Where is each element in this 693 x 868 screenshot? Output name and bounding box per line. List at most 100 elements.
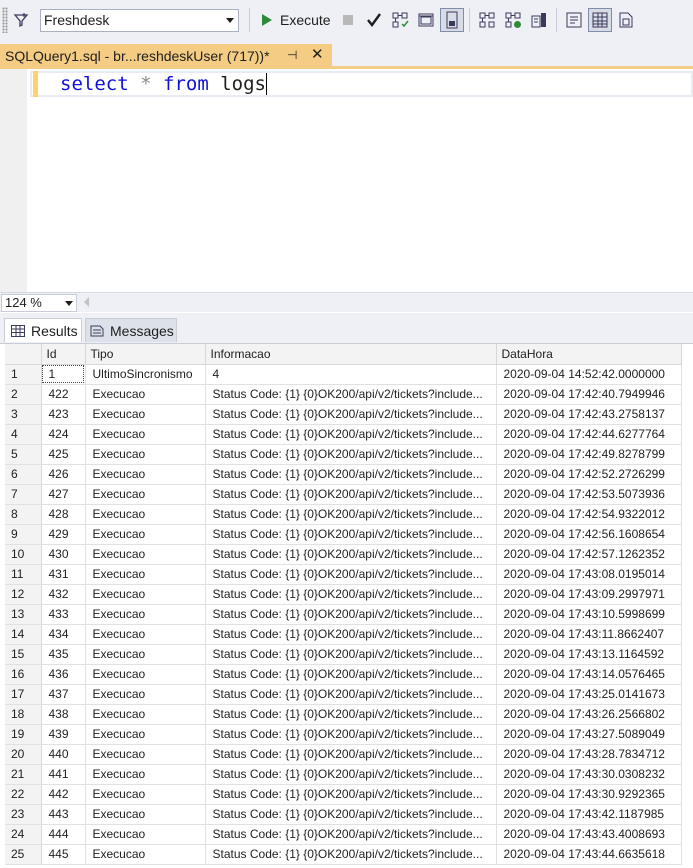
cell-tipo[interactable]: Execucao [85,664,206,685]
parse-check-icon[interactable] [362,8,386,32]
toolbar-grip[interactable] [2,7,8,33]
column-header-informacao[interactable]: Informacao [205,344,497,365]
cell-informacao[interactable]: Status Code: {1} {0}OK200/api/v2/tickets… [205,804,497,825]
cell-id[interactable]: 435 [41,644,86,665]
cell-tipo[interactable]: Execucao [85,404,206,425]
cell-id[interactable]: 443 [41,804,86,825]
row-number-cell[interactable]: 25 [5,844,42,865]
cell-tipo[interactable]: Execucao [85,644,206,665]
cell-datahora[interactable]: 2020-09-04 14:52:42.0000000 [496,364,682,385]
cell-tipo[interactable]: UltimoSincronismo [85,364,206,385]
cell-informacao[interactable]: Status Code: {1} {0}OK200/api/v2/tickets… [205,584,497,605]
row-number-cell[interactable]: 24 [5,824,42,845]
cell-tipo[interactable]: Execucao [85,564,206,585]
cell-informacao[interactable]: Status Code: {1} {0}OK200/api/v2/tickets… [205,744,497,765]
cell-id[interactable]: 441 [41,764,86,785]
row-number-cell[interactable]: 14 [5,624,42,645]
cell-informacao[interactable]: Status Code: {1} {0}OK200/api/v2/tickets… [205,544,497,565]
cell-id[interactable]: 422 [41,384,86,405]
row-number-cell[interactable]: 1 [5,364,42,385]
cell-datahora[interactable]: 2020-09-04 17:42:44.6277764 [496,424,682,445]
live-stats-icon[interactable] [501,8,525,32]
cell-datahora[interactable]: 2020-09-04 17:43:28.7834712 [496,744,682,765]
cell-tipo[interactable]: Execucao [85,584,206,605]
grid-corner-cell[interactable] [5,344,42,365]
cell-datahora[interactable]: 2020-09-04 17:43:30.0308232 [496,764,682,785]
table-row[interactable]: 24 444 Execucao Status Code: {1} {0}OK200/a… [5,824,682,845]
cell-informacao[interactable]: Status Code: {1} {0}OK200/api/v2/tickets… [205,524,497,545]
cell-informacao[interactable]: Status Code: {1} {0}OK200/api/v2/tickets… [205,404,497,425]
cell-tipo[interactable]: Execucao [85,804,206,825]
cell-informacao[interactable]: Status Code: {1} {0}OK200/api/v2/tickets… [205,484,497,505]
cell-id[interactable]: 432 [41,584,86,605]
close-icon[interactable]: ✕ [311,45,324,63]
cell-informacao[interactable]: Status Code: {1} {0}OK200/api/v2/tickets… [205,664,497,685]
table-row[interactable]: 20 440 Execucao Status Code: {1} {0}OK200/a… [5,744,682,765]
cell-tipo[interactable]: Execucao [85,444,206,465]
column-header-tipo[interactable]: Tipo [85,344,206,365]
cell-datahora[interactable]: 2020-09-04 17:42:40.7949946 [496,384,682,405]
cell-datahora[interactable]: 2020-09-04 17:42:54.9322012 [496,504,682,525]
cell-datahora[interactable]: 2020-09-04 17:43:10.5998699 [496,604,682,625]
pin-icon[interactable]: ⊣ [287,48,297,62]
table-row[interactable]: 5 425 Execucao Status Code: {1} {0}OK200/ap… [5,444,682,465]
results-to-grid-icon[interactable] [587,8,612,32]
cell-tipo[interactable]: Execucao [85,524,206,545]
cell-tipo[interactable]: Execucao [85,424,206,445]
table-row[interactable]: 19 439 Execucao Status Code: {1} {0}OK200/a… [5,724,682,745]
table-row[interactable]: 11 431 Execucao Status Code: {1} {0}OK200/a… [5,564,682,585]
cell-informacao[interactable]: Status Code: {1} {0}OK200/api/v2/tickets… [205,724,497,745]
cell-id[interactable]: 440 [41,744,86,765]
display-plan-icon[interactable] [388,8,412,32]
cell-tipo[interactable]: Execucao [85,724,206,745]
cell-informacao[interactable]: Status Code: {1} {0}OK200/api/v2/tickets… [205,704,497,725]
cell-tipo[interactable]: Execucao [85,484,206,505]
row-number-cell[interactable]: 20 [5,744,42,765]
cell-informacao[interactable]: Status Code: {1} {0}OK200/api/v2/tickets… [205,444,497,465]
cell-datahora[interactable]: 2020-09-04 17:42:49.8278799 [496,444,682,465]
results-to-text-icon[interactable] [562,8,586,32]
cell-datahora[interactable]: 2020-09-04 17:42:53.5073936 [496,484,682,505]
row-number-cell[interactable]: 16 [5,664,42,685]
row-number-cell[interactable]: 3 [5,404,42,425]
table-row[interactable]: 18 438 Execucao Status Code: {1} {0}OK200/a… [5,704,682,725]
cell-informacao[interactable]: Status Code: {1} {0}OK200/api/v2/tickets… [205,424,497,445]
table-row[interactable]: 13 433 Execucao Status Code: {1} {0}OK200/a… [5,604,682,625]
cell-informacao[interactable]: Status Code: {1} {0}OK200/api/v2/tickets… [205,464,497,485]
filter-icon[interactable] [9,8,33,32]
table-row[interactable]: 8 428 Execucao Status Code: {1} {0}OK200/ap… [5,504,682,525]
cell-datahora[interactable]: 2020-09-04 17:43:43.4008693 [496,824,682,845]
cell-tipo[interactable]: Execucao [85,824,206,845]
cell-tipo[interactable]: Execucao [85,504,206,525]
cell-informacao[interactable]: Status Code: {1} {0}OK200/api/v2/tickets… [205,384,497,405]
column-header-id[interactable]: Id [41,344,86,365]
row-number-cell[interactable]: 22 [5,784,42,805]
cell-tipo[interactable]: Execucao [85,744,206,765]
row-number-cell[interactable]: 10 [5,544,42,565]
cell-tipo[interactable]: Execucao [85,784,206,805]
row-number-cell[interactable]: 7 [5,484,42,505]
row-number-cell[interactable]: 23 [5,804,42,825]
cell-id[interactable]: 434 [41,624,86,645]
cell-id[interactable]: 438 [41,704,86,725]
cell-datahora[interactable]: 2020-09-04 17:43:44.6635618 [496,844,682,865]
row-number-cell[interactable]: 12 [5,584,42,605]
cell-informacao[interactable]: Status Code: {1} {0}OK200/api/v2/tickets… [205,824,497,845]
table-row[interactable]: 14 434 Execucao Status Code: {1} {0}OK200/a… [5,624,682,645]
table-row[interactable]: 25 445 Execucao Status Code: {1} {0}OK200/a… [5,844,682,865]
cell-id[interactable]: 430 [41,544,86,565]
cell-id[interactable]: 427 [41,484,86,505]
cell-informacao[interactable]: Status Code: {1} {0}OK200/api/v2/tickets… [205,764,497,785]
cell-datahora[interactable]: 2020-09-04 17:42:57.1262352 [496,544,682,565]
cell-datahora[interactable]: 2020-09-04 17:43:14.0576465 [496,664,682,685]
table-row[interactable]: 23 443 Execucao Status Code: {1} {0}OK200/a… [5,804,682,825]
cell-informacao[interactable]: Status Code: {1} {0}OK200/api/v2/tickets… [205,844,497,865]
cell-informacao[interactable]: Status Code: {1} {0}OK200/api/v2/tickets… [205,624,497,645]
query-options-icon[interactable] [414,8,438,32]
row-number-cell[interactable]: 2 [5,384,42,405]
table-row[interactable]: 9 429 Execucao Status Code: {1} {0}OK200/ap… [5,524,682,545]
row-number-cell[interactable]: 15 [5,644,42,665]
cell-informacao[interactable]: 4 [205,364,497,385]
row-number-cell[interactable]: 11 [5,564,42,585]
table-row[interactable]: 15 435 Execucao Status Code: {1} {0}OK200/a… [5,644,682,665]
